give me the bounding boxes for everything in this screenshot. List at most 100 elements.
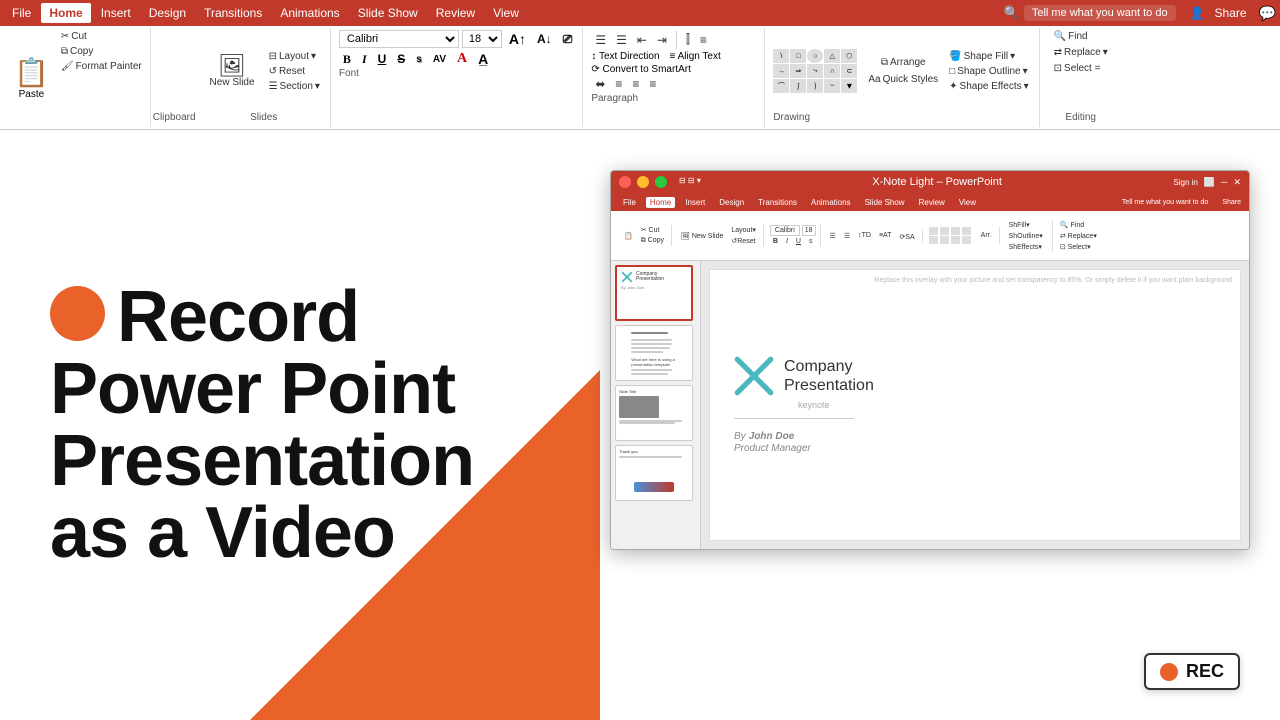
slide-main[interactable]: Replace this overlay with your picture a… [709,269,1241,541]
ppt-tab-transitions[interactable]: Transitions [754,197,801,208]
ppt-reset-mini[interactable]: ↺Reset [728,236,759,246]
ppt-shapeeffects-mini[interactable]: ShEffects▾ [1006,242,1046,252]
slide-thumb-4[interactable]: Thank you [615,445,693,501]
ppt-underline-mini[interactable]: U [793,237,804,246]
tab-review[interactable]: Review [428,3,483,23]
shape-item[interactable]: △ [824,49,840,63]
ppt-close-button[interactable]: ✕ [1233,177,1241,188]
numbering-button[interactable]: ☰ [612,31,631,49]
slide-thumb-2[interactable]: What are here is using apresentation tem… [615,325,693,381]
align-left-button[interactable]: ⬌ [591,75,609,93]
bold-button[interactable]: B [339,51,355,68]
shape-item[interactable]: ⌣ [824,79,840,93]
ppt-arrange-mini[interactable]: Arr. [978,231,995,240]
share-label[interactable]: Share [1215,6,1247,20]
ppt-tab-design[interactable]: Design [715,197,748,208]
shape-item[interactable]: ∫ [790,79,806,93]
align-text-button[interactable]: ≡ Align Text [670,51,721,62]
tab-design[interactable]: Design [141,3,194,23]
ppt-shadow-mini[interactable]: s [806,237,816,246]
new-slide-button[interactable]: 🖼 New Slide [204,52,261,91]
font-color-button[interactable]: A [453,50,471,68]
ppt-shape-mini[interactable] [962,236,971,244]
ppt-tab-file[interactable]: File [619,197,640,208]
ppt-shape-mini[interactable] [929,227,938,235]
shape-item[interactable]: ○ [807,49,823,63]
align-right-button[interactable]: ≡ [628,75,643,93]
replace-button[interactable]: ⇄ Replace ▾ [1050,46,1112,59]
layout-button[interactable]: ⊟ Layout ▾ [265,50,324,63]
shape-item[interactable]: ⊂ [841,64,857,78]
shadow-button[interactable]: s [412,53,426,66]
italic-button[interactable]: I [358,51,371,68]
ppt-shape-mini[interactable] [962,227,971,235]
section-button[interactable]: ☰ Section ▾ [265,80,324,93]
text-direction-button[interactable]: ↕ Text Direction [591,51,659,62]
shape-item[interactable]: → [773,64,789,78]
ppt-tell-me[interactable]: Tell me what you want to do [1122,199,1208,206]
tab-animations[interactable]: Animations [272,3,347,23]
ppt-select-mini-btn[interactable]: ⊡ Select▾ [1057,242,1100,252]
convert-smartart-button[interactable]: ⟳ Convert to SmartArt [591,64,758,75]
tab-home[interactable]: Home [41,3,90,23]
arrange-button[interactable]: ⧉ Arrange [864,55,942,70]
tell-me-input[interactable]: Tell me what you want to do [1024,5,1176,21]
shape-item[interactable]: ⬡ [841,49,857,63]
ppt-smartart-mini[interactable]: ⟳SA [896,232,917,242]
columns-button[interactable]: ⫿ [682,30,694,49]
bullets-button[interactable]: ☰ [591,31,610,49]
ppt-restore-button[interactable]: ⬜ [1204,177,1215,188]
maximize-button[interactable] [655,176,667,188]
ppt-shapeoutline-mini[interactable]: ShOutline▾ [1006,231,1046,241]
shape-item[interactable]: ⤷ [807,64,823,78]
close-button[interactable] [619,176,631,188]
shape-item[interactable]: ⇒ [790,64,806,78]
slide-thumb-1[interactable]: CompanyPresentation By John Doe [615,265,693,321]
underline-button[interactable]: U [374,51,391,67]
cut-button[interactable]: ✂ Cut [57,30,146,43]
ppt-shape-mini[interactable] [951,227,960,235]
slide-thumb-3[interactable]: Slide Title [615,385,693,441]
comment-icon[interactable]: 💬 [1259,5,1276,22]
ppt-fontname-mini[interactable]: Calibri [770,225,800,236]
minimize-button[interactable] [637,176,649,188]
ppt-replace-mini-btn[interactable]: ⇄ Replace▾ [1057,231,1100,241]
increase-font-button[interactable]: A↑ [505,30,530,48]
ppt-cut-mini[interactable]: ✂ Cut [638,225,667,235]
quick-styles-button[interactable]: Aа Quick Styles [864,72,942,87]
decrease-font-button[interactable]: A↓ [533,31,556,47]
ppt-minimize-button[interactable]: ─ [1221,177,1227,187]
shape-scroll[interactable]: ▾ [841,79,857,93]
shape-item[interactable]: □ [790,49,806,63]
ppt-tab-review[interactable]: Review [915,197,949,208]
reset-button[interactable]: ↺ Reset [265,65,324,78]
ppt-tab-view[interactable]: View [955,197,980,208]
justify-button[interactable]: ≡ [645,75,660,93]
tab-slideshow[interactable]: Slide Show [350,3,426,23]
center-button[interactable]: ≡ [611,75,626,93]
shape-effects-button[interactable]: ✦ Shape Effects ▾ [945,80,1033,93]
ppt-copy-mini[interactable]: ⧉ Copy [638,236,667,246]
increase-indent-button[interactable]: ⇥ [653,31,671,49]
ppt-shapefill-mini[interactable]: ShFill▾ [1006,220,1046,230]
tab-insert[interactable]: Insert [93,3,139,23]
tab-view[interactable]: View [485,3,527,23]
ppt-layout-mini[interactable]: Layout▾ [728,225,759,235]
ppt-share[interactable]: Share [1222,199,1241,206]
rec-button[interactable]: REC [1144,653,1240,690]
ppt-fontsize-mini[interactable]: 18 [802,225,816,236]
select-button[interactable]: ⊡ Select = [1050,62,1112,75]
font-highlight-button[interactable]: A̲ [474,50,492,68]
ppt-bullets-mini[interactable]: ☰ [827,231,839,241]
ppt-numbering-mini[interactable]: ☰ [841,231,853,241]
find-button[interactable]: 🔍 Find [1050,30,1112,43]
decrease-indent-button[interactable]: ⇤ [633,31,651,49]
charspace-button[interactable]: AV [429,53,450,66]
strikethrough-button[interactable]: S [393,51,409,67]
ppt-shape-mini[interactable] [929,236,938,244]
ppt-tab-animations[interactable]: Animations [807,197,855,208]
ppt-paste-mini[interactable]: 📋 [621,231,636,241]
tab-file[interactable]: File [4,3,39,23]
shape-item[interactable]: ) [807,79,823,93]
font-name-select[interactable]: Calibri [339,30,459,48]
